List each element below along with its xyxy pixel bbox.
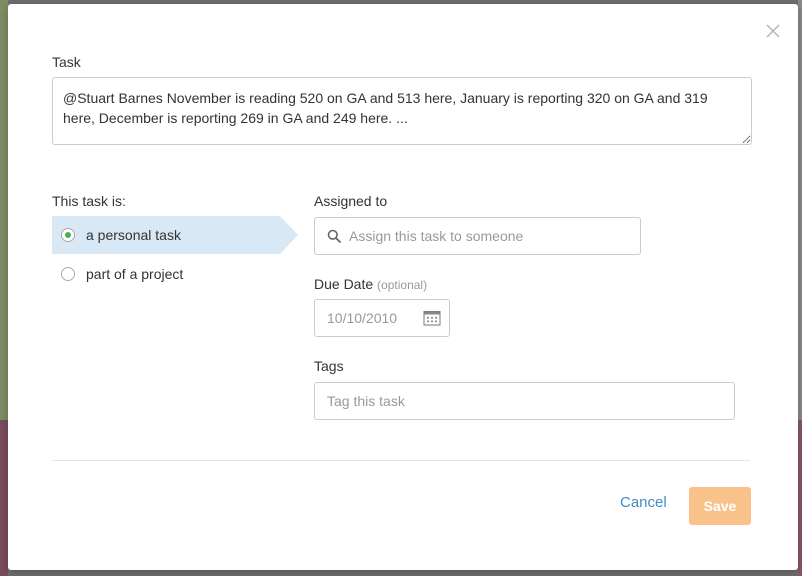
close-icon xyxy=(766,24,780,38)
save-button[interactable]: Save xyxy=(689,487,751,525)
assigned-to-label: Assigned to xyxy=(314,193,388,209)
due-date-input[interactable]: 10/10/2010 xyxy=(314,299,450,337)
calendar-icon[interactable] xyxy=(423,310,441,326)
project-task-option-label: part of a project xyxy=(86,266,184,282)
footer-divider xyxy=(52,460,750,461)
task-type-label: This task is: xyxy=(52,193,126,209)
assign-input[interactable]: Assign this task to someone xyxy=(314,217,641,255)
due-date-label: Due Date (optional) xyxy=(314,276,427,292)
cancel-button[interactable]: Cancel xyxy=(620,494,667,511)
tags-label: Tags xyxy=(314,358,344,374)
background-right-lower xyxy=(798,420,802,576)
task-textarea[interactable]: @Stuart Barnes November is reading 520 o… xyxy=(52,77,752,145)
assign-placeholder: Assign this task to someone xyxy=(349,228,524,244)
project-task-option[interactable]: part of a project xyxy=(52,255,280,293)
task-label: Task xyxy=(52,54,81,70)
personal-task-radio[interactable] xyxy=(61,228,75,242)
background-left-lower xyxy=(0,420,8,576)
due-date-placeholder: 10/10/2010 xyxy=(327,310,398,326)
selected-option-arrow xyxy=(280,216,298,254)
search-icon xyxy=(327,229,341,243)
due-date-label-text: Due Date xyxy=(314,276,374,292)
project-task-radio[interactable] xyxy=(61,267,75,281)
due-date-optional: (optional) xyxy=(377,278,428,292)
personal-task-option[interactable]: a personal task xyxy=(52,216,280,254)
task-modal: Task @Stuart Barnes November is reading … xyxy=(8,4,798,570)
close-button[interactable] xyxy=(762,20,784,42)
tags-input[interactable]: Tag this task xyxy=(314,382,735,420)
personal-task-option-label: a personal task xyxy=(86,227,181,243)
tags-placeholder: Tag this task xyxy=(327,393,405,409)
